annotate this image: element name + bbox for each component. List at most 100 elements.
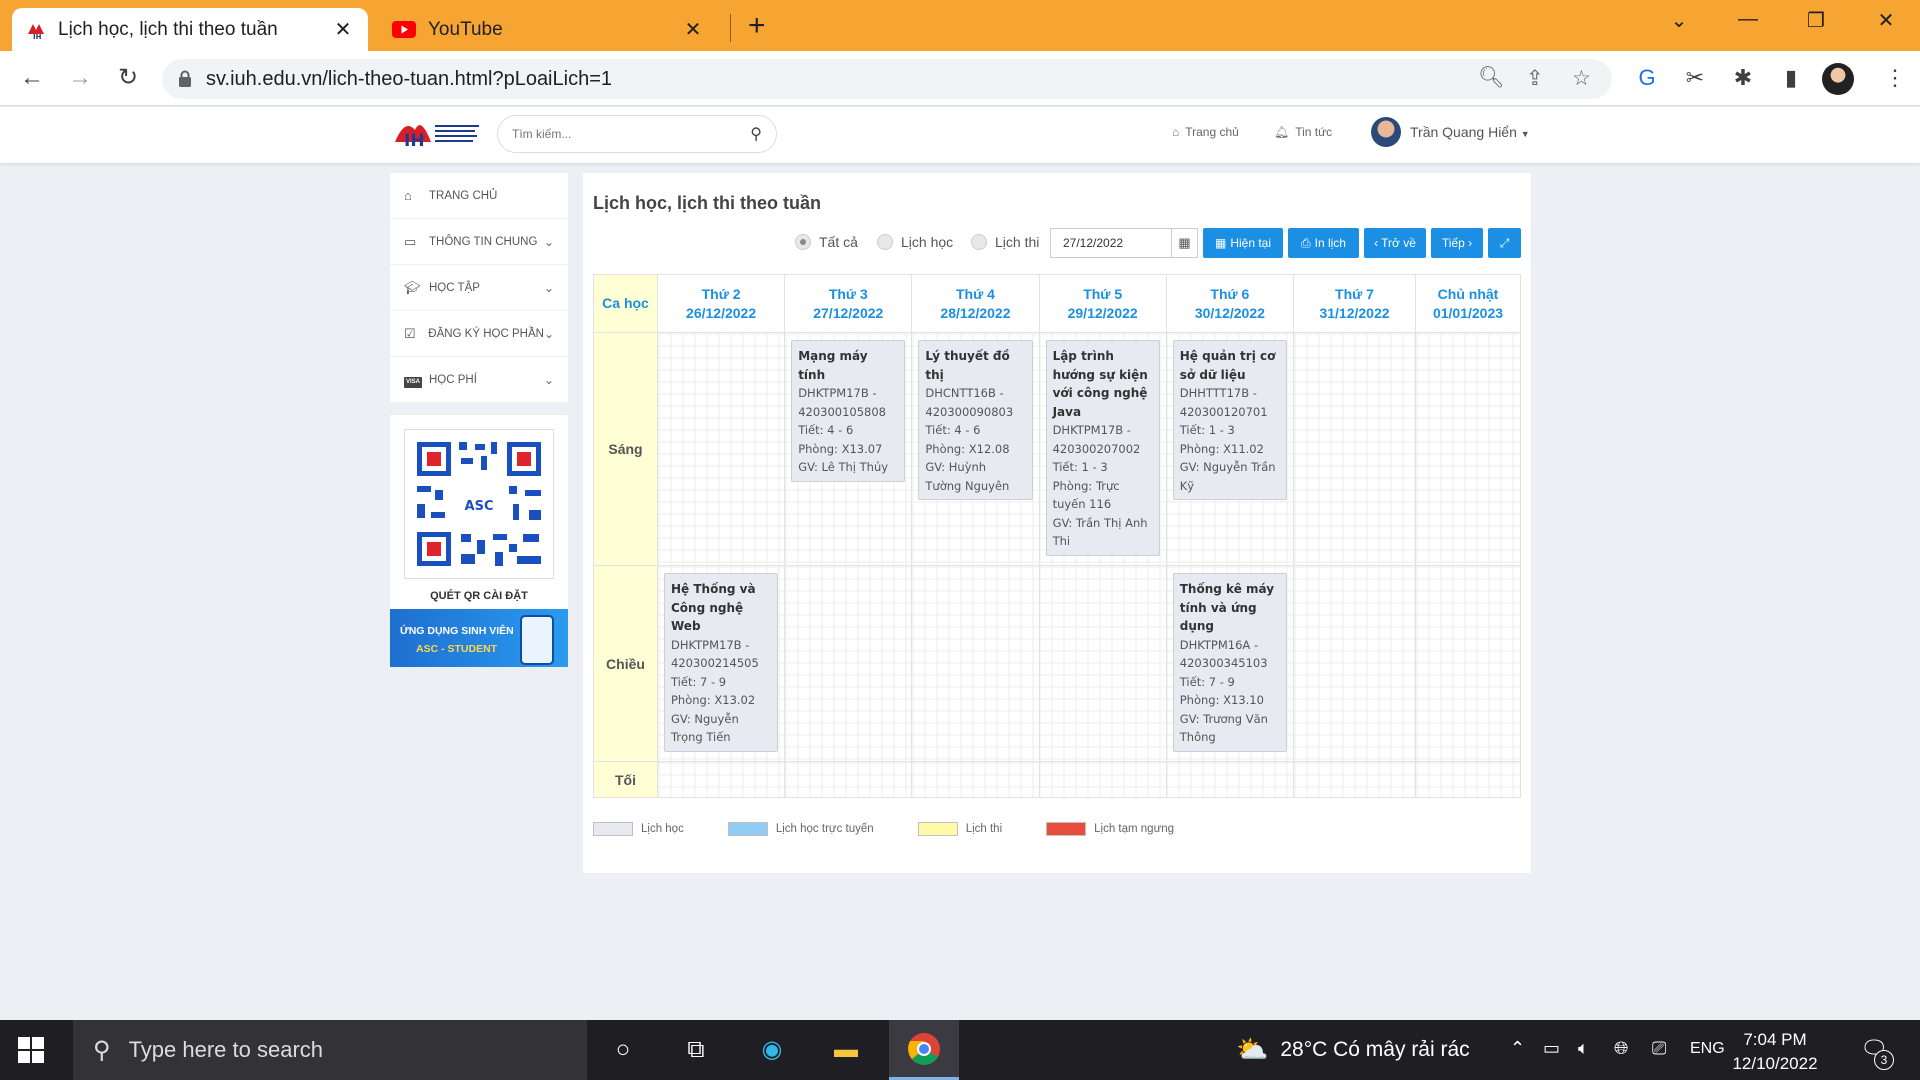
- qr-caption: QUÉT QR CÀI ĐẶT: [430, 590, 528, 602]
- class-code: DHKTPM16A - 420300345103: [1179, 637, 1268, 671]
- close-tab-icon[interactable]: ✕: [332, 17, 354, 42]
- taskbar-search[interactable]: ⚲ Type here to search: [73, 1020, 587, 1080]
- schedule-legend: Lịch học Lịch học trực tuyến Lịch thi Lị…: [593, 821, 1218, 837]
- battery-icon[interactable]: ▭: [1543, 1038, 1560, 1059]
- sidebar-item-label: TRANG CHỦ: [429, 189, 498, 202]
- day-date: 30/12/2022: [1194, 304, 1265, 321]
- schedule-cell: [656, 761, 786, 798]
- legend-label: Lịch thi: [965, 823, 1003, 835]
- close-tab-icon[interactable]: ✕: [682, 17, 704, 42]
- legend-label: Lịch học trực tuyến: [775, 823, 874, 835]
- tab-youtube[interactable]: YouTube ✕: [378, 8, 718, 51]
- news-link-label: Tin tức: [1295, 125, 1333, 139]
- iuh-logo[interactable]: IH: [391, 112, 483, 154]
- visa-card-icon: VISA: [404, 371, 424, 388]
- chevron-down-icon: ⌄: [543, 372, 554, 387]
- chevron-up-icon[interactable]: ⌃: [1510, 1038, 1525, 1059]
- class-card[interactable]: Mạng máy tính DHKTPM17B - 420300105808 T…: [791, 340, 906, 482]
- bookmark-star-icon[interactable]: ☆: [1572, 66, 1591, 91]
- class-teacher: GV: Huỳnh Tường Nguyên: [925, 460, 1010, 493]
- tools-extension-icon[interactable]: ✂: [1680, 65, 1710, 91]
- print-button[interactable]: ⎙ In lịch: [1288, 228, 1359, 258]
- back-icon[interactable]: ←: [14, 61, 50, 97]
- profile-avatar[interactable]: [1822, 63, 1854, 95]
- sidebar-item-general-info[interactable]: ▭ THÔNG TIN CHUNG ⌄: [390, 219, 568, 265]
- tab-search-chevron-icon[interactable]: ⌄: [1659, 8, 1699, 33]
- notification-center-icon[interactable]: 🗨︎ 3: [1860, 1036, 1894, 1070]
- class-card[interactable]: Thống kê máy tính và ứng dụng DHKTPM16A …: [1172, 573, 1287, 752]
- next-week-button[interactable]: Tiếp ›: [1431, 228, 1483, 258]
- site-search-input[interactable]: [512, 127, 751, 141]
- zoom-icon[interactable]: 🔍︎: [1478, 66, 1505, 90]
- user-menu[interactable]: Trần Quang Hiển ▼: [1410, 124, 1530, 140]
- calendar-icon[interactable]: ▦: [1171, 229, 1197, 257]
- day-date: 31/12/2022: [1319, 304, 1390, 321]
- class-card[interactable]: Hệ quản trị cơ sở dữ liệu DHHTTT17B - 42…: [1172, 340, 1287, 500]
- session-column-header: Ca học: [593, 274, 658, 333]
- new-tab-icon[interactable]: +: [748, 8, 766, 44]
- chrome-icon: [908, 1033, 940, 1065]
- network-globe-icon[interactable]: 🌐︎: [1614, 1038, 1628, 1059]
- qr-code: ASC: [404, 429, 554, 579]
- google-translate-icon[interactable]: G: [1632, 65, 1662, 91]
- cortana-icon[interactable]: ○: [603, 1034, 643, 1066]
- restore-icon[interactable]: ❐: [1796, 8, 1836, 33]
- extensions-puzzle-icon[interactable]: ✱: [1728, 65, 1758, 91]
- tab-schedule[interactable]: IH Lịch học, lịch thi theo tuần ✕: [12, 8, 368, 51]
- legend-item: Lịch học: [593, 822, 684, 836]
- meet-now-icon[interactable]: ⎚: [1652, 1038, 1666, 1059]
- forward-icon[interactable]: →: [62, 61, 98, 97]
- calendar-icon: ▦: [1214, 236, 1227, 250]
- app-download-panel[interactable]: ASC QUÉT QR CÀI ĐẶT ỨNG DỤNG SINH VIÊN A…: [390, 415, 568, 667]
- banner-title: ỨNG DỤNG SINH VIÊN: [400, 625, 514, 637]
- student-app-banner[interactable]: ỨNG DỤNG SINH VIÊN ASC - STUDENT: [390, 609, 568, 667]
- filter-study-radio[interactable]: Lịch học: [877, 234, 953, 250]
- side-panel-icon[interactable]: ▮: [1776, 65, 1806, 91]
- edge-icon[interactable]: ◉: [752, 1034, 792, 1066]
- date-field[interactable]: 27/12/2022 ▦: [1050, 228, 1198, 258]
- file-explorer-icon[interactable]: ▬: [826, 1034, 866, 1066]
- class-card[interactable]: Lập trình hướng sự kiện với công nghệ Ja…: [1045, 340, 1160, 556]
- address-bar[interactable]: sv.iuh.edu.vn/lich-theo-tuan.html?pLoaiL…: [162, 59, 1612, 99]
- legend-swatch: [727, 822, 768, 836]
- sidebar-item-course-registration[interactable]: ☑ ĐĂNG KÝ HỌC PHẦN ⌄: [390, 311, 568, 357]
- news-link[interactable]: 🔔︎ Tin tức: [1274, 125, 1332, 139]
- weather-widget[interactable]: ⛅ 28°C Có mây rải rác: [1236, 1034, 1470, 1065]
- user-avatar[interactable]: [1371, 117, 1401, 147]
- class-period: Tiết: 1 - 3: [1179, 423, 1235, 437]
- windows-start-icon[interactable]: [18, 1037, 44, 1063]
- day-date: 26/12/2022: [686, 304, 757, 321]
- sidebar-item-tuition[interactable]: VISA HỌC PHÍ ⌄: [390, 357, 568, 403]
- previous-week-button[interactable]: ‹ Trở về: [1364, 228, 1426, 258]
- home-link[interactable]: ⌂ Trang chủ: [1172, 125, 1239, 139]
- schedule-cell: [1293, 565, 1416, 762]
- fullscreen-button[interactable]: ⤢: [1488, 228, 1521, 258]
- sidebar-item-home[interactable]: ⌂ TRANG CHỦ: [390, 173, 568, 219]
- chrome-taskbar-button[interactable]: [889, 1020, 959, 1080]
- next-week-label: Tiếp ›: [1441, 236, 1473, 250]
- search-icon[interactable]: ⚲: [750, 124, 762, 144]
- home-link-label: Trang chủ: [1185, 125, 1239, 139]
- volume-icon[interactable]: 🔈︎: [1578, 1038, 1589, 1059]
- reload-icon[interactable]: ↻: [110, 61, 146, 97]
- class-period: Tiết: 7 - 9: [671, 674, 727, 689]
- schedule-cell: [1415, 761, 1521, 798]
- minimize-icon[interactable]: —: [1728, 8, 1768, 31]
- current-week-button[interactable]: ▦ Hiện tại: [1203, 228, 1283, 258]
- print-icon: ⎙: [1301, 235, 1311, 250]
- system-clock[interactable]: 7:04 PM 12/10/2022: [1720, 1028, 1830, 1076]
- class-card[interactable]: Hệ Thống và Công nghệ Web DHKTPM17B - 42…: [664, 573, 779, 752]
- class-code: DHHTTT17B - 420300120701: [1179, 386, 1268, 419]
- sidebar-item-study[interactable]: 🎓︎ HỌC TẬP ⌄: [390, 265, 568, 311]
- site-search[interactable]: ⚲: [497, 115, 777, 153]
- close-window-icon[interactable]: ✕: [1866, 8, 1906, 33]
- filter-all-radio[interactable]: Tất cả: [795, 234, 858, 250]
- class-card[interactable]: Lý thuyết đồ thị DHCNTT16B - 42030009080…: [918, 340, 1033, 500]
- class-room: Phòng: X11.02: [1179, 441, 1264, 456]
- browser-menu-icon[interactable]: ⋮: [1880, 65, 1910, 91]
- task-view-icon[interactable]: ⧉: [676, 1034, 716, 1066]
- banner-subtitle: ASC - STUDENT: [416, 643, 498, 655]
- filter-exam-radio[interactable]: Lịch thi: [971, 234, 1039, 250]
- lock-icon: [179, 70, 191, 87]
- share-icon[interactable]: ⇪: [1526, 66, 1544, 91]
